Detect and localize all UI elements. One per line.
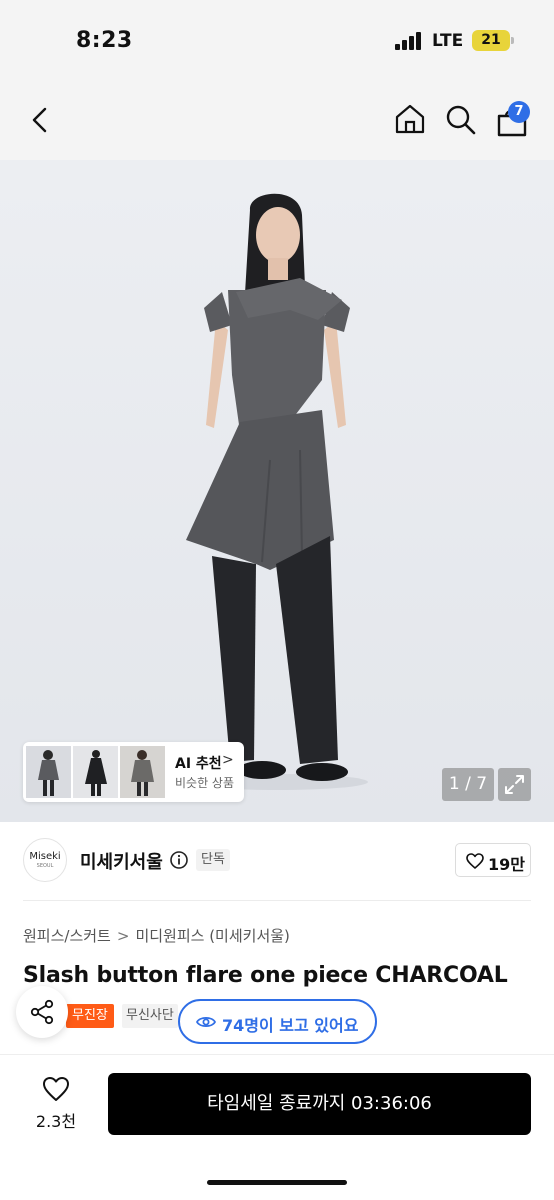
expand-icon — [505, 775, 524, 794]
info-icon[interactable] — [170, 851, 188, 869]
like-count: 19만 — [488, 855, 525, 874]
breadcrumb-separator: > — [116, 927, 130, 945]
viewers-text: 74명이 보고 있어요 — [222, 1016, 359, 1035]
thumbnail-2[interactable] — [73, 746, 118, 798]
brand-logo-text: Miseki — [29, 851, 61, 862]
ai-recommend-card[interactable]: AI 추천 > 비슷한 상품 — [23, 742, 244, 802]
eye-icon — [196, 1016, 216, 1028]
wishlist-button[interactable]: 2.3천 — [28, 1074, 84, 1132]
image-page-counter: 1 / 7 — [442, 768, 494, 801]
store-tag: 무진장 — [66, 1004, 114, 1028]
wishlist-count: 2.3천 — [35, 1112, 77, 1131]
status-time: 8:23 — [76, 28, 133, 53]
brand-logo[interactable]: Miseki SEOUL — [23, 838, 67, 882]
viewers-pill: 74명이 보고 있어요 — [178, 999, 377, 1044]
exclusive-badge: 단독 — [196, 849, 230, 871]
cart-count-badge: 7 — [508, 101, 530, 123]
chevron-right-icon: > — [222, 752, 234, 768]
home-indicator — [207, 1180, 347, 1185]
share-icon — [30, 999, 54, 1025]
heart-icon — [43, 1077, 69, 1101]
breadcrumb-item-category[interactable]: 원피스/스커트 — [23, 927, 111, 945]
expand-button[interactable] — [498, 768, 531, 801]
status-bar: 8:23 LTE 21 — [0, 0, 554, 84]
time-sale-buy-button[interactable]: 타임세일 종료까지 03:36:06 — [108, 1073, 531, 1135]
model-illustration — [0, 160, 554, 822]
ai-recommend-subtitle: 비슷한 상품 — [175, 776, 235, 790]
divider — [23, 900, 531, 901]
thumbnail-3[interactable] — [120, 746, 165, 798]
battery-cap — [511, 37, 514, 44]
signal-icon — [395, 32, 423, 50]
heart-icon — [466, 853, 484, 869]
battery-icon: 21 — [472, 30, 510, 51]
musinsa-tag: 무신사단 — [122, 1004, 178, 1028]
thumbnail-1[interactable] — [26, 746, 71, 798]
breadcrumb-item-subcategory[interactable]: 미디원피스 (미세키서울) — [135, 927, 289, 945]
product-title: Slash button flare one piece CHARCOAL — [23, 963, 508, 988]
back-icon[interactable] — [28, 106, 52, 134]
brand-name[interactable]: 미세키서울 — [80, 848, 163, 874]
home-icon[interactable] — [394, 103, 426, 135]
share-button[interactable] — [16, 986, 68, 1038]
ai-recommend-title: AI 추천 — [175, 756, 222, 772]
breadcrumb: 원피스/스커트 > 미디원피스 (미세키서울) — [23, 925, 290, 946]
like-button[interactable]: 19만 — [455, 843, 531, 877]
network-label: LTE — [432, 31, 464, 51]
search-icon[interactable] — [445, 104, 477, 136]
brand-logo-sub: SEOUL — [36, 863, 54, 869]
product-image[interactable] — [0, 160, 554, 822]
